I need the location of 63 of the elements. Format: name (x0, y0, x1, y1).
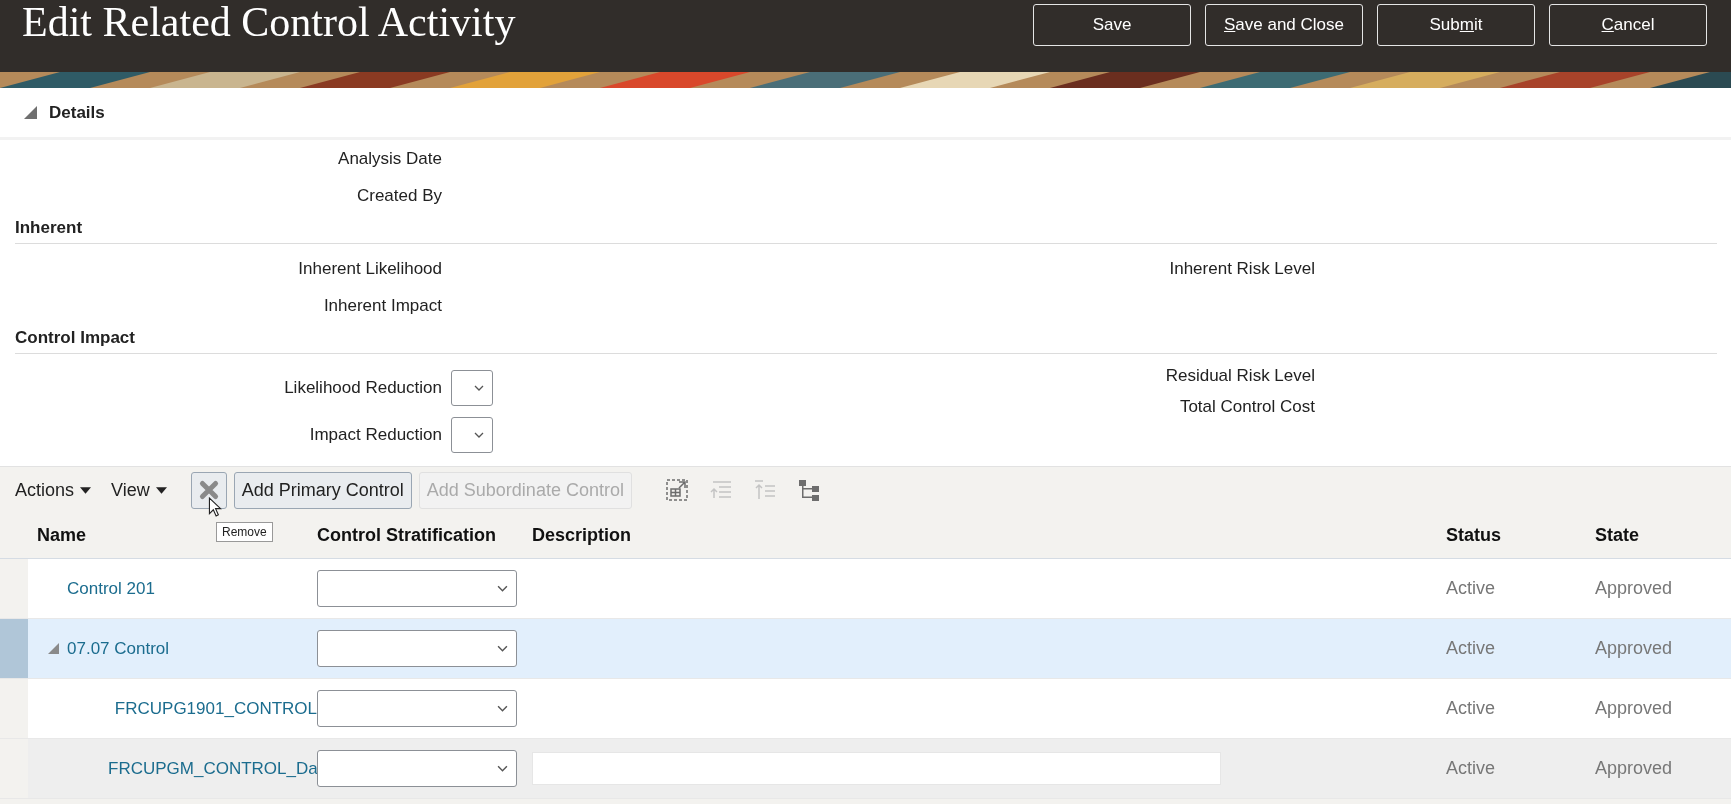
menu-button[interactable]: View (111, 479, 167, 501)
dropdown-field[interactable] (451, 369, 493, 406)
frame-grid-icon[interactable] (664, 478, 689, 502)
header-button[interactable]: Submit (1377, 4, 1535, 46)
chevron-down-icon (497, 585, 508, 592)
chevron-down-icon (497, 645, 508, 652)
field-label: Analysis Date (337, 148, 442, 169)
dropdown-field[interactable] (317, 750, 517, 787)
close-icon (197, 479, 220, 501)
column-header[interactable]: Name (37, 525, 87, 545)
subsection-heading: Inherent (15, 214, 1717, 244)
column-header[interactable]: Status (1446, 525, 1501, 545)
table-cell: Approved (1595, 758, 1673, 779)
field-label: Residual Risk Level (1164, 365, 1315, 386)
table-row[interactable]: FRCUPG1901_CONTROL Active Approved (0, 679, 1731, 739)
caret-icon (155, 486, 167, 494)
table-cell: Active (1446, 578, 1496, 599)
page-title: Edit Related Control Activity (22, 0, 516, 44)
dropdown-field[interactable] (317, 690, 517, 727)
header-button[interactable]: Save and Close (1205, 4, 1363, 46)
column-header[interactable]: Description (532, 525, 632, 545)
collapse-icon[interactable] (24, 106, 37, 119)
dropdown-field[interactable] (317, 630, 517, 667)
tooltip: Remove (216, 522, 273, 542)
control-link[interactable]: Control 201 (67, 578, 155, 599)
column-header[interactable]: State (1595, 525, 1639, 545)
section-title: Details (49, 102, 105, 123)
header-button[interactable]: Save (1033, 4, 1191, 46)
header-button[interactable]: Cancel (1549, 4, 1707, 46)
table-cell: Active (1446, 638, 1496, 659)
expand-icon[interactable] (48, 643, 59, 654)
control-link[interactable]: FRCUPG1901_CONTROL (114, 698, 317, 719)
chevron-down-icon (497, 705, 508, 712)
table-cell: Active (1446, 698, 1496, 719)
field-label: Inherent Impact (322, 295, 442, 316)
cursor-icon (208, 497, 222, 517)
dropdown-field[interactable] (317, 570, 517, 607)
field-label: Inherent Likelihood (297, 258, 442, 279)
dropdown-field[interactable] (451, 416, 493, 453)
table-row[interactable]: 07.07 Control Active Approved (0, 619, 1731, 679)
chevron-down-icon (474, 384, 484, 391)
table-row[interactable]: FRCUPGM_CONTROL_Da Active Approved (0, 739, 1731, 799)
table-cell: Approved (1595, 698, 1673, 719)
hierarchy-icon[interactable] (796, 478, 821, 502)
subsection-heading: Control Impact (15, 324, 1717, 354)
caret-icon (80, 486, 92, 494)
chevron-down-icon (497, 765, 508, 772)
field-label: Inherent Risk Level (1168, 258, 1315, 279)
field-label: Total Control Cost (1178, 396, 1315, 417)
table-cell: Approved (1595, 578, 1673, 599)
table-row[interactable]: Control 201 Active Approved (0, 559, 1731, 619)
field-label: Likelihood Reduction (283, 377, 442, 398)
table-cell: Approved (1595, 638, 1673, 659)
field-label: Created By (355, 185, 442, 206)
table-cell: Active (1446, 758, 1496, 779)
toolbar-button[interactable]: Add Primary Control (233, 471, 412, 509)
field-label: Impact Reduction (308, 424, 442, 445)
description-field[interactable] (532, 752, 1221, 785)
menu-button[interactable]: Actions (15, 479, 92, 501)
column-header[interactable]: Control Stratification (317, 525, 496, 545)
control-link[interactable]: FRCUPGM_CONTROL_Da (108, 758, 318, 779)
chevron-down-icon (474, 431, 484, 438)
control-link[interactable]: 07.07 Control (67, 638, 170, 659)
